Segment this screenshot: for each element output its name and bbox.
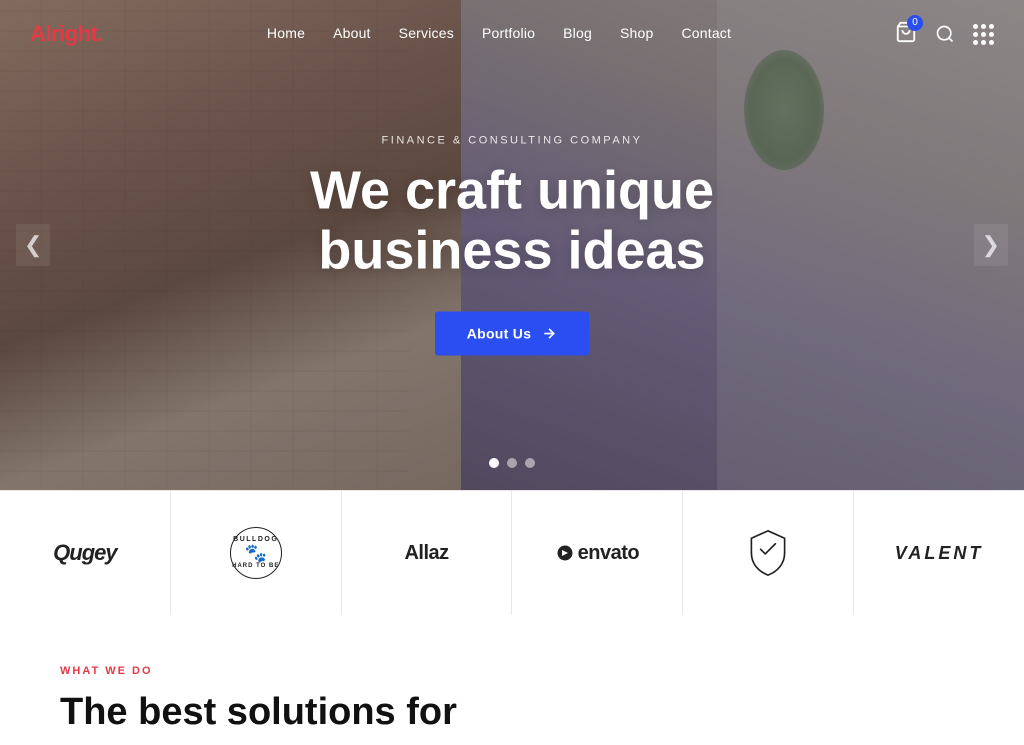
- allaz-logo: Allaz: [404, 543, 448, 563]
- nav-home[interactable]: Home: [267, 25, 305, 41]
- partners-section: Qugey BULLDOG 🐾 HARD TO BE Allaz envato: [0, 490, 1024, 615]
- search-button[interactable]: [935, 24, 955, 44]
- partner-allaz: Allaz: [342, 491, 513, 615]
- nav-blog[interactable]: Blog: [563, 25, 592, 41]
- logo-text: Alright: [30, 21, 97, 46]
- nav-contact[interactable]: Contact: [681, 25, 731, 41]
- partner-envato: envato: [512, 491, 683, 615]
- nav-services[interactable]: Services: [399, 25, 454, 41]
- qugey-logo: Qugey: [53, 542, 116, 564]
- nav-shop[interactable]: Shop: [620, 25, 654, 41]
- partner-qugey: Qugey: [0, 491, 171, 615]
- hero-section: ❮ Finance & Consulting Company We craft …: [0, 0, 1024, 490]
- section-tag: What We Do: [60, 665, 964, 677]
- hero-dot-3[interactable]: [525, 458, 535, 468]
- nav-about[interactable]: About: [333, 25, 371, 41]
- valent-logo: VALENT: [895, 544, 984, 562]
- hero-cta-button[interactable]: About Us: [435, 311, 590, 355]
- hero-next-button[interactable]: ❯: [974, 224, 1008, 266]
- arrow-right-icon: [541, 325, 557, 341]
- cart-button[interactable]: 0: [895, 21, 917, 48]
- hero-content: Finance & Consulting Company We craft un…: [212, 135, 812, 356]
- hero-title: We craft unique business ideas: [212, 161, 812, 282]
- bulldog-logo: BULLDOG 🐾 HARD TO BE: [230, 527, 282, 579]
- envato-icon: [556, 544, 574, 562]
- hero-dot-2[interactable]: [507, 458, 517, 468]
- grid-icon: [973, 24, 994, 45]
- logo-dot: .: [97, 21, 103, 46]
- hero-subtitle: Finance & Consulting Company: [212, 135, 812, 147]
- what-we-do-section: What We Do The best solutions for: [0, 615, 1024, 745]
- navbar: Alright. Home About Services Portfolio B…: [0, 0, 1024, 68]
- cart-count: 0: [907, 15, 923, 31]
- hero-cta-label: About Us: [467, 325, 532, 341]
- partner-bulldog: BULLDOG 🐾 HARD TO BE: [171, 491, 342, 615]
- partner-valent: VALENT: [854, 491, 1024, 615]
- hero-dots: [489, 458, 535, 468]
- hero-dot-1[interactable]: [489, 458, 499, 468]
- envato-logo: envato: [556, 542, 639, 565]
- hero-prev-button[interactable]: ❮: [16, 224, 50, 266]
- partner-shield: [683, 491, 854, 615]
- section-title: The best solutions for: [60, 691, 964, 735]
- site-logo[interactable]: Alright.: [30, 21, 103, 47]
- nav-links: Home About Services Portfolio Blog Shop …: [267, 25, 731, 43]
- grid-menu-button[interactable]: [973, 24, 994, 45]
- nav-icons: 0: [895, 21, 994, 48]
- shield-logo: [746, 529, 790, 577]
- nav-portfolio[interactable]: Portfolio: [482, 25, 535, 41]
